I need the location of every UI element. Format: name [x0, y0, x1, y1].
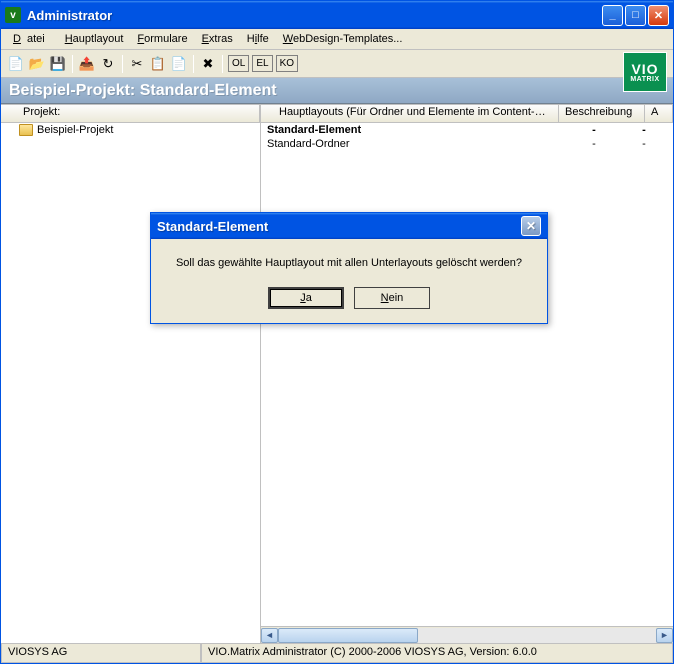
titlebar[interactable]: v Administrator _ □ ✕ — [1, 1, 673, 29]
menu-webdesign-templates[interactable]: WebDesign-Templates... — [277, 31, 409, 47]
menu-hauptlayout[interactable]: Hauptlayout — [59, 31, 130, 47]
save-icon[interactable]: 💾 — [49, 55, 67, 73]
dialog-titlebar[interactable]: Standard-Element ✕ — [151, 213, 547, 239]
menu-datei[interactable]: Datei — [7, 31, 57, 47]
status-right: VIO.Matrix Administrator (C) 2000-2006 V… — [201, 644, 673, 663]
list-view[interactable]: Standard-Element - - Standard-Ordner - - — [261, 123, 673, 626]
dialog-close-button[interactable]: ✕ — [521, 216, 541, 236]
toolbar: 📄 📂 💾 📤 ↻ ✂ 📋 📄 ✖ OL EL KO — [1, 50, 673, 78]
menu-hilfe[interactable]: Hilfe — [241, 31, 275, 47]
tree-item[interactable]: Beispiel-Projekt — [1, 123, 260, 137]
close-button[interactable]: ✕ — [648, 5, 669, 26]
no-button[interactable]: Nein — [354, 287, 430, 309]
delete-icon[interactable]: ✖ — [199, 55, 217, 73]
maximize-button[interactable]: □ — [625, 5, 646, 26]
left-pane: Projekt: Beispiel-Projekt — [1, 105, 261, 643]
list-row[interactable]: Standard-Element - - — [261, 123, 673, 137]
menu-extras[interactable]: Extras — [196, 31, 239, 47]
paste-icon[interactable]: 📄 — [170, 55, 188, 73]
copy-icon[interactable]: 📋 — [149, 55, 167, 73]
dialog-title: Standard-Element — [157, 219, 521, 234]
column-header-hauptlayouts[interactable]: Hauptlayouts (Für Ordner und Elemente im… — [261, 105, 559, 122]
right-pane: Hauptlayouts (Für Ordner und Elemente im… — [261, 105, 673, 643]
tree-item-label: Beispiel-Projekt — [37, 124, 113, 136]
refresh-icon[interactable]: ↻ — [99, 55, 117, 73]
horizontal-scrollbar[interactable]: ◄ ► — [261, 626, 673, 643]
left-column-header[interactable]: Projekt: — [1, 105, 260, 122]
separator — [222, 55, 223, 73]
yes-button[interactable]: Ja — [268, 287, 344, 309]
ol-button[interactable]: OL — [228, 55, 249, 72]
folder-icon — [19, 124, 33, 136]
menu-formulare[interactable]: Formulare — [131, 31, 193, 47]
app-window: v Administrator _ □ ✕ Datei Hauptlayout … — [0, 0, 674, 664]
ko-button[interactable]: KO — [276, 55, 298, 72]
column-header-beschreibung[interactable]: Beschreibung — [559, 105, 645, 122]
app-icon: v — [5, 7, 21, 23]
separator — [193, 55, 194, 73]
window-title: Administrator — [27, 8, 602, 23]
tree-view[interactable]: Beispiel-Projekt — [1, 123, 260, 643]
separator — [72, 55, 73, 73]
minimize-button[interactable]: _ — [602, 5, 623, 26]
status-bar: VIOSYS AG VIO.Matrix Administrator (C) 2… — [1, 643, 673, 663]
content-area: Projekt: Beispiel-Projekt Hauptlayouts (… — [1, 104, 673, 643]
column-header-a[interactable]: A — [645, 105, 673, 122]
cut-icon[interactable]: ✂ — [128, 55, 146, 73]
dialog-message: Soll das gewählte Hauptlayout mit allen … — [165, 257, 533, 269]
new-icon[interactable]: 📄 — [7, 55, 25, 73]
scroll-thumb[interactable] — [278, 628, 418, 643]
export-icon[interactable]: 📤 — [78, 55, 96, 73]
scroll-right-icon[interactable]: ► — [656, 628, 673, 643]
status-left: VIOSYS AG — [1, 644, 201, 663]
open-icon[interactable]: 📂 — [28, 55, 46, 73]
separator — [122, 55, 123, 73]
scroll-left-icon[interactable]: ◄ — [261, 628, 278, 643]
el-button[interactable]: EL — [252, 55, 272, 72]
menubar: Datei Hauptlayout Formulare Extras Hilfe… — [1, 29, 673, 50]
logo: VIO MATRIX — [623, 52, 667, 92]
confirm-dialog: Standard-Element ✕ Soll das gewählte Hau… — [150, 212, 548, 324]
scroll-track[interactable] — [278, 628, 656, 643]
list-row[interactable]: Standard-Ordner - - — [261, 137, 673, 151]
page-title: Beispiel-Projekt: Standard-Element — [1, 78, 673, 104]
